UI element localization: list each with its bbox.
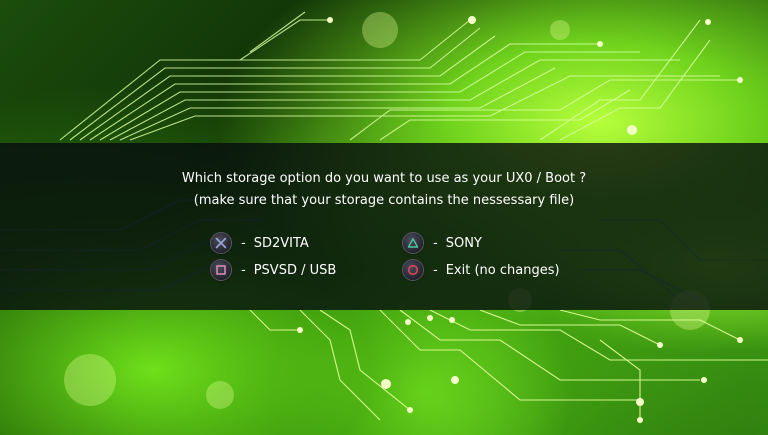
option-dash: - <box>433 262 438 278</box>
triangle-icon <box>403 233 423 253</box>
boot-screen: Which storage option do you want to use … <box>0 0 768 435</box>
option-exit[interactable]: - Exit (no changes) <box>403 260 560 280</box>
option-label: PSVSD / USB <box>253 262 337 278</box>
question-text: Which storage option do you want to use … <box>181 171 587 186</box>
option-label: Exit (no changes) <box>445 262 560 278</box>
option-psvsd-usb[interactable]: - PSVSD / USB <box>211 260 336 280</box>
option-label: SD2VITA <box>253 235 309 251</box>
circle-icon <box>403 260 423 280</box>
question-hint: (make sure that your storage contains th… <box>193 193 575 208</box>
option-sony[interactable]: - SONY <box>403 233 482 253</box>
option-sd2vita[interactable]: - SD2VITA <box>211 233 309 253</box>
option-label: SONY <box>445 235 482 251</box>
dialog-band <box>0 143 768 310</box>
option-dash: - <box>241 262 246 278</box>
square-icon <box>211 260 231 280</box>
option-dash: - <box>241 235 246 251</box>
cross-icon <box>211 233 231 253</box>
option-dash: - <box>433 235 438 251</box>
